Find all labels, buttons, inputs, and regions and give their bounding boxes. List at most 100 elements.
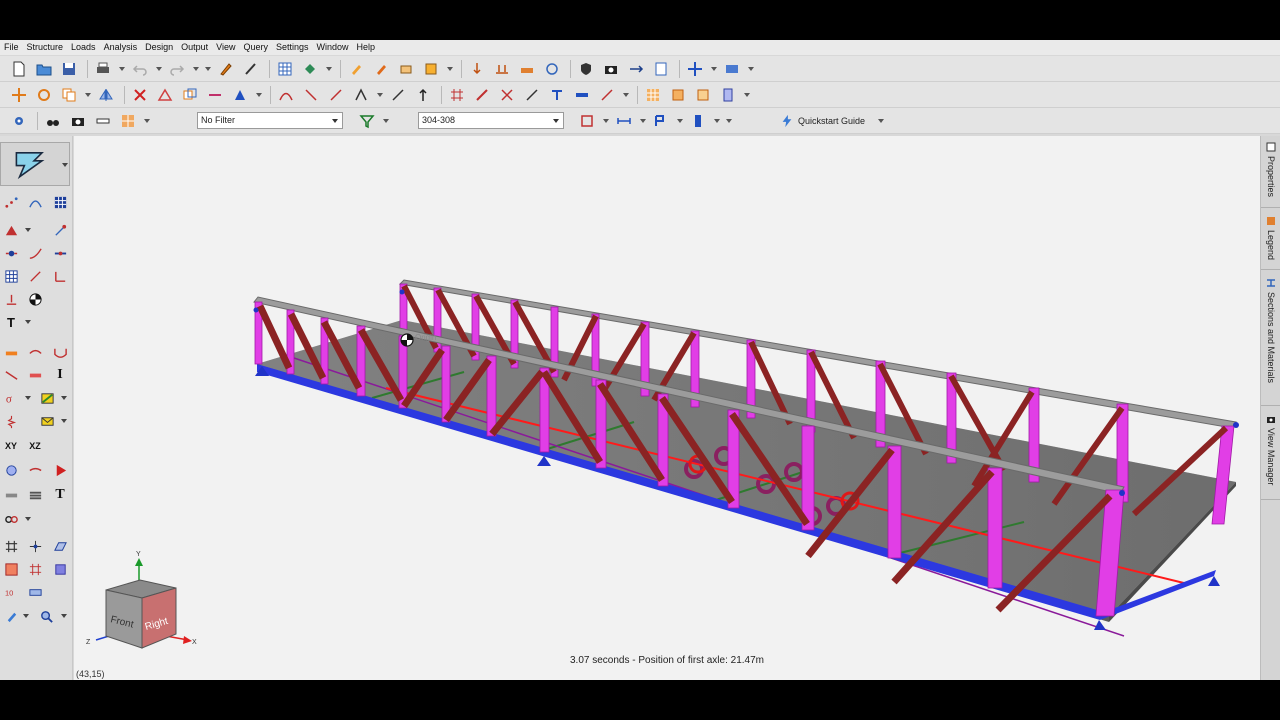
- area-select-button[interactable]: [1, 559, 21, 579]
- frame-button[interactable]: [576, 110, 598, 132]
- pointer-dropdown[interactable]: [21, 606, 30, 626]
- beam-section-button[interactable]: [25, 365, 45, 385]
- redo-button[interactable]: [166, 58, 188, 80]
- fill-region-button[interactable]: [50, 559, 70, 579]
- text-tool-dropdown[interactable]: [23, 312, 32, 332]
- uniform-load-button[interactable]: [1, 342, 21, 362]
- bridge-model-render[interactable]: Origin Y X Z Front Right: [74, 136, 1260, 680]
- find-button[interactable]: [42, 110, 64, 132]
- structure-wizard-dropdown[interactable]: [60, 155, 69, 175]
- toolbar-overflow-dropdown[interactable]: [203, 58, 212, 80]
- text-tool-button[interactable]: T: [1, 312, 21, 332]
- view-overflow-dropdown[interactable]: [724, 110, 733, 132]
- tab-properties[interactable]: Properties: [1261, 136, 1280, 208]
- split-button[interactable]: [204, 84, 226, 106]
- envelope-dropdown[interactable]: [59, 411, 68, 431]
- arrows-button[interactable]: [625, 58, 647, 80]
- span-button[interactable]: [613, 110, 635, 132]
- play-animation-button[interactable]: [50, 460, 70, 480]
- probe-tool-button[interactable]: [50, 220, 70, 240]
- delete-button[interactable]: [129, 84, 151, 106]
- support-tool-button[interactable]: [1, 220, 21, 240]
- rotate-button[interactable]: [33, 84, 55, 106]
- merge-button[interactable]: [179, 84, 201, 106]
- mesh-button[interactable]: [642, 84, 664, 106]
- menu-output[interactable]: Output: [177, 40, 212, 55]
- cross-bracing-button[interactable]: [496, 84, 518, 106]
- text-label-button[interactable]: T: [50, 485, 70, 505]
- quickstart-dropdown[interactable]: [876, 110, 885, 132]
- link-button[interactable]: [1, 509, 21, 529]
- beam-button[interactable]: [571, 84, 593, 106]
- plate-mesh-button[interactable]: [1, 266, 21, 286]
- span-dropdown[interactable]: [638, 110, 647, 132]
- report-button[interactable]: [650, 58, 672, 80]
- snap-plane-button[interactable]: [50, 536, 70, 556]
- moment-load-button[interactable]: [1, 365, 21, 385]
- draw-member-button[interactable]: [25, 266, 45, 286]
- line-tool-d-button[interactable]: [387, 84, 409, 106]
- node-tool-button[interactable]: [1, 192, 21, 212]
- menu-help[interactable]: Help: [353, 40, 380, 55]
- print-button[interactable]: [92, 58, 114, 80]
- frame-dropdown[interactable]: [601, 110, 610, 132]
- spring-support-button[interactable]: [1, 411, 21, 431]
- brush-tool-button[interactable]: [240, 58, 262, 80]
- dimension-button[interactable]: [50, 266, 70, 286]
- grid-button[interactable]: [446, 84, 468, 106]
- scale-button[interactable]: 10: [1, 582, 21, 602]
- zoom-button[interactable]: [36, 606, 56, 626]
- copy-button[interactable]: [58, 84, 80, 106]
- camera-capture-button[interactable]: [600, 58, 622, 80]
- member-tool-button[interactable]: [25, 243, 45, 263]
- grid-tool-button[interactable]: [50, 192, 70, 212]
- wall-button[interactable]: [717, 84, 739, 106]
- rebar-button[interactable]: [1, 485, 21, 505]
- node-load-button[interactable]: [466, 58, 488, 80]
- filter-select[interactable]: No Filter: [197, 112, 343, 129]
- wall-dropdown[interactable]: [742, 84, 751, 106]
- support-tool-dropdown[interactable]: [23, 220, 32, 240]
- ruler-button[interactable]: [25, 582, 45, 602]
- paint-dropdown[interactable]: [324, 58, 333, 80]
- redo-dropdown[interactable]: [191, 58, 200, 80]
- tool-d-dropdown[interactable]: [445, 58, 454, 80]
- brace-button[interactable]: [521, 84, 543, 106]
- filter-button[interactable]: [356, 110, 378, 132]
- copy-dropdown[interactable]: [83, 84, 92, 106]
- tee-button[interactable]: [546, 84, 568, 106]
- mirror-button[interactable]: [95, 84, 117, 106]
- cable-button[interactable]: [596, 84, 618, 106]
- column-button[interactable]: [687, 110, 709, 132]
- cable-dropdown[interactable]: [621, 84, 630, 106]
- snap-point-button[interactable]: [25, 536, 45, 556]
- plate-button[interactable]: [667, 84, 689, 106]
- undo-button[interactable]: [129, 58, 151, 80]
- render-button[interactable]: [229, 84, 251, 106]
- contour-button[interactable]: [37, 388, 57, 408]
- xy-plane-button[interactable]: XY: [1, 436, 21, 456]
- region-button[interactable]: [25, 559, 45, 579]
- tab-legend[interactable]: Legend: [1261, 210, 1280, 270]
- link-dropdown[interactable]: [23, 509, 32, 529]
- shield-button[interactable]: [575, 58, 597, 80]
- menu-settings[interactable]: Settings: [272, 40, 313, 55]
- snapshot-button[interactable]: [67, 110, 89, 132]
- undo-dropdown[interactable]: [154, 58, 163, 80]
- snap-grid-button[interactable]: [1, 536, 21, 556]
- section-dropdown[interactable]: [675, 110, 684, 132]
- line-tool-c-button[interactable]: [350, 84, 372, 106]
- menu-view[interactable]: View: [212, 40, 239, 55]
- triangle-button[interactable]: [154, 84, 176, 106]
- tool-c-button[interactable]: [395, 58, 417, 80]
- node-load-tool-button[interactable]: [1, 243, 21, 263]
- deflection-button[interactable]: [50, 342, 70, 362]
- 3d-viewport[interactable]: Origin Y X Z Front Right 3.07 seconds - …: [74, 136, 1260, 680]
- menu-window[interactable]: Window: [313, 40, 353, 55]
- tool-d-button[interactable]: [420, 58, 442, 80]
- envelope-button[interactable]: [37, 411, 57, 431]
- measure-button[interactable]: [92, 110, 114, 132]
- view-cube[interactable]: Y X Z Front Right: [86, 551, 197, 649]
- section-button[interactable]: [650, 110, 672, 132]
- tool-a-button[interactable]: [345, 58, 367, 80]
